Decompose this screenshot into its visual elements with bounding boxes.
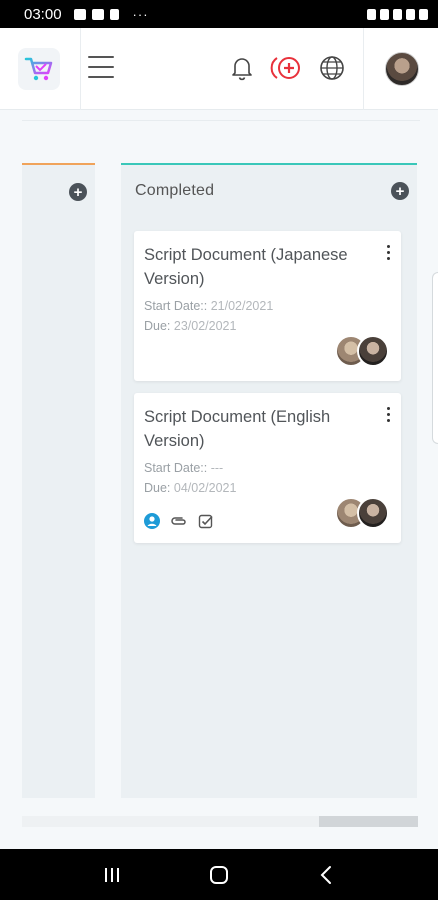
battery-icon xyxy=(419,8,428,20)
youtube-icon xyxy=(91,8,104,20)
signal-icon xyxy=(406,8,415,20)
notifications-button[interactable] xyxy=(226,52,258,84)
scrollbar-thumb[interactable] xyxy=(319,816,418,827)
more-notifications-icon: ··· xyxy=(132,6,149,22)
start-date-label: Start Date:: xyxy=(144,299,208,313)
due-date-value: 04/02/2021 xyxy=(173,481,237,495)
checkbox-icon[interactable] xyxy=(198,513,214,529)
home-button[interactable] xyxy=(199,855,239,895)
folder-icon xyxy=(109,8,119,20)
card-title: Script Document (Japanese Version) xyxy=(144,246,348,288)
gallery-icon xyxy=(73,8,86,20)
add-circle-icon xyxy=(270,57,300,79)
board-column-completed: Completed + Script Document (Japanese Ve… xyxy=(121,163,417,798)
board-horizontal-scrollbar[interactable] xyxy=(22,816,418,827)
header-divider xyxy=(80,28,81,110)
system-nav-bar xyxy=(0,849,438,900)
assignee-avatar[interactable] xyxy=(357,497,389,529)
add-card-button[interactable]: + xyxy=(391,182,409,200)
start-date-value: 21/02/2021 xyxy=(210,299,274,313)
task-card[interactable]: Script Document (English Version) Start … xyxy=(134,393,401,543)
paperclip-icon[interactable] xyxy=(170,515,188,527)
recent-apps-button[interactable] xyxy=(92,855,132,895)
wifi-icon xyxy=(393,8,402,20)
card-tools xyxy=(144,513,214,529)
content-divider xyxy=(22,120,420,121)
card-start-date: Start Date:: --- xyxy=(144,461,223,475)
due-date-label: Due: xyxy=(144,481,171,495)
card-due-date: Due: 04/02/2021 xyxy=(144,481,236,495)
status-bar: 03:00 ··· xyxy=(0,0,438,28)
task-card[interactable]: Script Document (Japanese Version) Start… xyxy=(134,231,401,381)
bluetooth-icon xyxy=(380,8,389,20)
card-title: Script Document (English Version) xyxy=(144,408,331,450)
language-button[interactable] xyxy=(316,52,348,84)
side-drawer-handle[interactable] xyxy=(432,272,438,444)
card-menu-icon[interactable] xyxy=(385,407,391,422)
due-date-value: 23/02/2021 xyxy=(173,319,237,333)
quick-add-button[interactable] xyxy=(270,52,306,84)
bell-icon xyxy=(232,58,252,81)
status-time: 03:00 xyxy=(24,5,62,23)
shopping-cart-icon xyxy=(24,57,53,81)
globe-icon xyxy=(320,56,344,80)
assignee-avatar[interactable] xyxy=(357,335,389,367)
card-due-date: Due: 23/02/2021 xyxy=(144,319,236,333)
due-date-label: Due: xyxy=(144,319,171,333)
card-assignees[interactable] xyxy=(335,497,391,529)
card-menu-icon[interactable] xyxy=(385,245,391,260)
header-divider xyxy=(363,28,364,110)
column-title: Completed xyxy=(135,182,215,199)
start-date-label: Start Date:: xyxy=(144,461,208,475)
hamburger-menu-button[interactable] xyxy=(88,56,114,78)
back-button[interactable] xyxy=(306,855,346,895)
card-start-date: Start Date:: 21/02/2021 xyxy=(144,299,273,313)
board-column-previous: + xyxy=(22,163,95,798)
user-circle-icon[interactable] xyxy=(144,513,160,529)
app-header xyxy=(0,28,438,110)
recent-apps-icon xyxy=(104,867,119,882)
vibrate-icon xyxy=(367,8,376,20)
card-assignees[interactable] xyxy=(335,335,391,367)
user-avatar[interactable] xyxy=(385,52,419,86)
app-logo[interactable] xyxy=(18,48,60,90)
home-icon xyxy=(209,865,228,884)
back-icon xyxy=(320,865,332,884)
add-card-button[interactable]: + xyxy=(69,183,87,201)
start-date-value: --- xyxy=(210,461,224,475)
